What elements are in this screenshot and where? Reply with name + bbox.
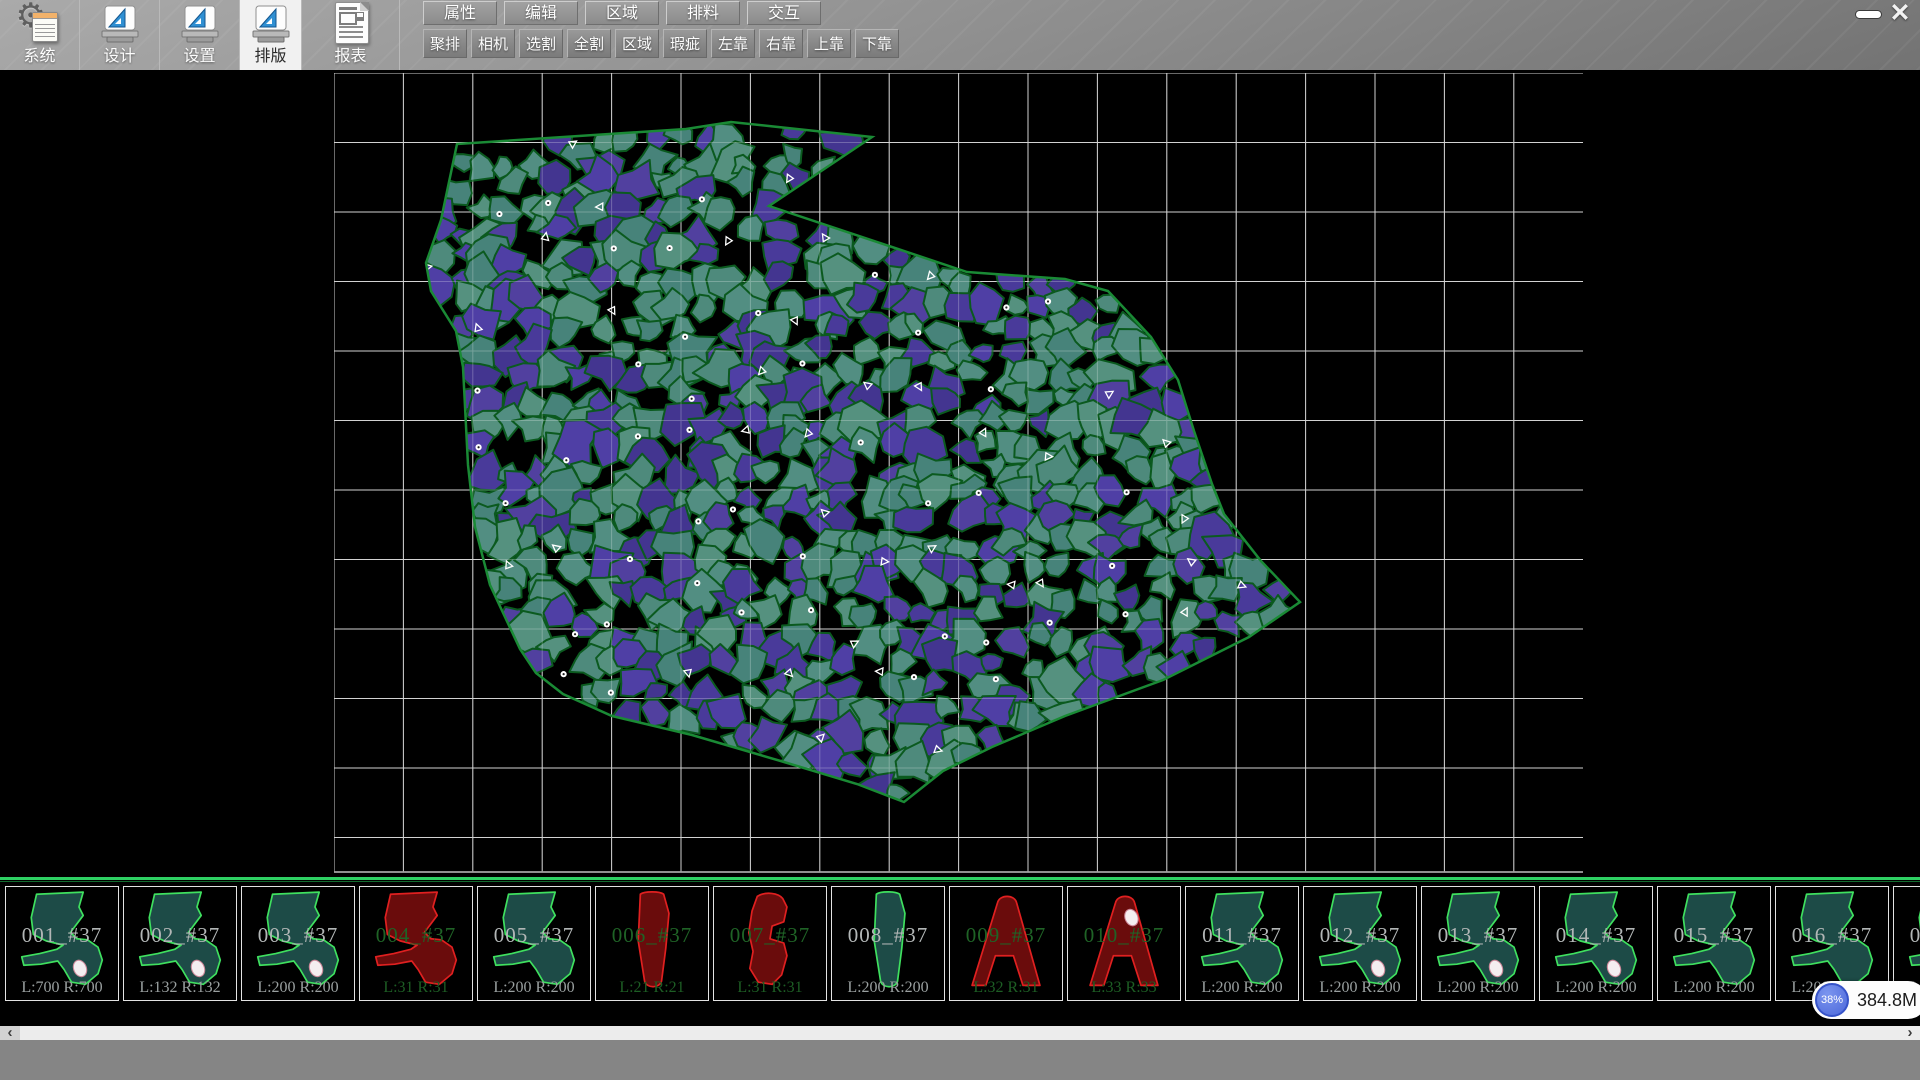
- tool-button-8[interactable]: 右靠: [759, 29, 803, 58]
- piece-thumbnail-7[interactable]: 007_#37 L:31 R:31: [713, 886, 827, 1001]
- piece-name: 006_#37: [596, 923, 708, 948]
- piece-thumbnail-6[interactable]: 006_#37 L:21 R:21: [595, 886, 709, 1001]
- app-tile-5[interactable]: 报表: [302, 0, 400, 70]
- piece-lr-count: L:200 R:200: [1658, 979, 1770, 997]
- piece-name: 009_#37: [950, 923, 1062, 948]
- app-tile-label: 报表: [334, 48, 366, 66]
- app-tile-label: 设计: [103, 48, 135, 66]
- piece-thumbnail-2[interactable]: 002_#37 L:132 R:132: [123, 886, 237, 1001]
- piece-name: 001_#37: [6, 923, 118, 948]
- app-tile-label: 排版: [254, 48, 286, 66]
- nesting-ruler-icon: [249, 4, 293, 46]
- set-square-icon: [249, 4, 293, 46]
- piece-thumbnail-9[interactable]: 009_#37 L:32 R:31: [949, 886, 1063, 1001]
- piece-thumbnail-4[interactable]: 004_#37 L:31 R:31: [359, 886, 473, 1001]
- menu-tab-1[interactable]: 属性: [423, 1, 497, 25]
- app-tile-label: 系统: [23, 48, 55, 66]
- app-tile-label: 设置: [183, 48, 215, 66]
- piece-thumbnail-15[interactable]: 015_#37 L:200 R:200: [1657, 886, 1771, 1001]
- piece-thumbnail-8[interactable]: 008_#37 L:200 R:200: [831, 886, 945, 1001]
- piece-name: 014_#37: [1540, 923, 1652, 948]
- piece-name: 017_#37: [1894, 923, 1920, 948]
- piece-lr-count: L:33 R:33: [1068, 979, 1180, 997]
- app-mode-tiles: ⚙ 系统 设计 设置 排版 报表: [0, 0, 400, 70]
- piece-lr-count: L:200 R:200: [832, 979, 944, 997]
- thumbnail-separator-line: [0, 877, 1920, 880]
- tool-button-row: 聚排相机选割全割区域瑕疵左靠右靠上靠下靠: [423, 29, 903, 58]
- piece-thumbnail-1[interactable]: 001_#37 L:700 R:700: [5, 886, 119, 1001]
- thumbnail-separator-line-2: [0, 881, 1920, 882]
- piece-thumbnail-5[interactable]: 005_#37 L:200 R:200: [477, 886, 591, 1001]
- piece-lr-count: L:31 R:31: [360, 979, 472, 997]
- app-tile-2[interactable]: 设计: [80, 0, 160, 70]
- piece-lr-count: L:32 R:31: [950, 979, 1062, 997]
- scroll-left-arrow[interactable]: ‹: [0, 1026, 20, 1040]
- usage-percent-badge: 38%: [1815, 983, 1849, 1017]
- piece-lr-count: L:132 R:132: [124, 979, 236, 997]
- menu-tab-2[interactable]: 编辑: [504, 1, 578, 25]
- piece-thumbnail-14[interactable]: 014_#37 L:200 R:200: [1539, 886, 1653, 1001]
- piece-lr-count: L:200 R:200: [1540, 979, 1652, 997]
- piece-thumbnail-3[interactable]: 003_#37 L:200 R:200: [241, 886, 355, 1001]
- piece-name: 002_#37: [124, 923, 236, 948]
- piece-name: 013_#37: [1422, 923, 1534, 948]
- design-ruler-icon: [98, 4, 142, 46]
- nest-pieces: [407, 113, 1300, 807]
- set-square-icon: [178, 4, 222, 46]
- app-tile-3[interactable]: 设置: [160, 0, 240, 70]
- tool-button-9[interactable]: 上靠: [807, 29, 851, 58]
- piece-name: 010_#37: [1068, 923, 1180, 948]
- tool-button-1[interactable]: 聚排: [423, 29, 467, 58]
- piece-lr-count: L:200 R:200: [1304, 979, 1416, 997]
- close-button[interactable]: ✕: [1884, 0, 1916, 28]
- nest-layout-svg: [334, 73, 1584, 873]
- usage-status-pill: 38% 384.8M: [1812, 981, 1920, 1019]
- tool-button-5[interactable]: 区域: [615, 29, 659, 58]
- tool-button-2[interactable]: 相机: [471, 29, 515, 58]
- piece-thumbnail-10[interactable]: 010_#37 L:33 R:33: [1067, 886, 1181, 1001]
- piece-name: 008_#37: [832, 923, 944, 948]
- piece-name: 012_#37: [1304, 923, 1416, 948]
- piece-name: 011_#37: [1186, 923, 1298, 948]
- settings-ruler-icon: [178, 4, 222, 46]
- app-tile-1[interactable]: ⚙ 系统: [0, 0, 80, 70]
- piece-lr-count: L:200 R:200: [242, 979, 354, 997]
- piece-lr-count: L:200 R:200: [478, 979, 590, 997]
- memory-label: 384.8M: [1857, 981, 1917, 1019]
- piece-name: 007_#37: [714, 923, 826, 948]
- piece-thumbnail-13[interactable]: 013_#37 L:200 R:200: [1421, 886, 1535, 1001]
- horizontal-scrollbar[interactable]: ‹ ›: [0, 1026, 1920, 1040]
- piece-thumbnail-12[interactable]: 012_#37 L:200 R:200: [1303, 886, 1417, 1001]
- tool-button-7[interactable]: 左靠: [711, 29, 755, 58]
- piece-lr-count: L:21 R:21: [596, 979, 708, 997]
- app-tile-4[interactable]: 排版: [240, 0, 302, 70]
- window-controls: ✕: [1854, 0, 1916, 30]
- toolbar: ⚙系统设计设置排版报表 属性编辑区域排料交互 聚排相机选割全割区域瑕疵左靠右靠上…: [0, 0, 1920, 70]
- piece-name: 016_#37: [1776, 923, 1888, 948]
- piece-lr-count: L:200 R:200: [1186, 979, 1298, 997]
- window-bottom-strip: [0, 1040, 1920, 1080]
- piece-name: 003_#37: [242, 923, 354, 948]
- minimize-button[interactable]: [1854, 0, 1884, 24]
- menu-tab-3[interactable]: 区域: [585, 1, 659, 25]
- piece-name: 005_#37: [478, 923, 590, 948]
- menu-tab-row: 属性编辑区域排料交互: [423, 1, 828, 25]
- minimize-icon: [1855, 10, 1882, 19]
- tool-button-6[interactable]: 瑕疵: [663, 29, 707, 58]
- report-doc-icon: [329, 4, 373, 46]
- piece-lr-count: L:200 R:200: [1422, 979, 1534, 997]
- menu-tab-5[interactable]: 交互: [747, 1, 821, 25]
- tool-button-3[interactable]: 选割: [519, 29, 563, 58]
- piece-lr-count: L:31 R:31: [714, 979, 826, 997]
- menu-tab-4[interactable]: 排料: [666, 1, 740, 25]
- tool-button-4[interactable]: 全割: [567, 29, 611, 58]
- set-square-icon: [98, 4, 142, 46]
- system-gear-icon: ⚙: [18, 4, 62, 46]
- tool-button-10[interactable]: 下靠: [855, 29, 899, 58]
- piece-name: 015_#37: [1658, 923, 1770, 948]
- piece-lr-count: L:700 R:700: [6, 979, 118, 997]
- scroll-right-arrow[interactable]: ›: [1900, 1026, 1920, 1040]
- piece-name: 004_#37: [360, 923, 472, 948]
- piece-thumbnail-11[interactable]: 011_#37 L:200 R:200: [1185, 886, 1299, 1001]
